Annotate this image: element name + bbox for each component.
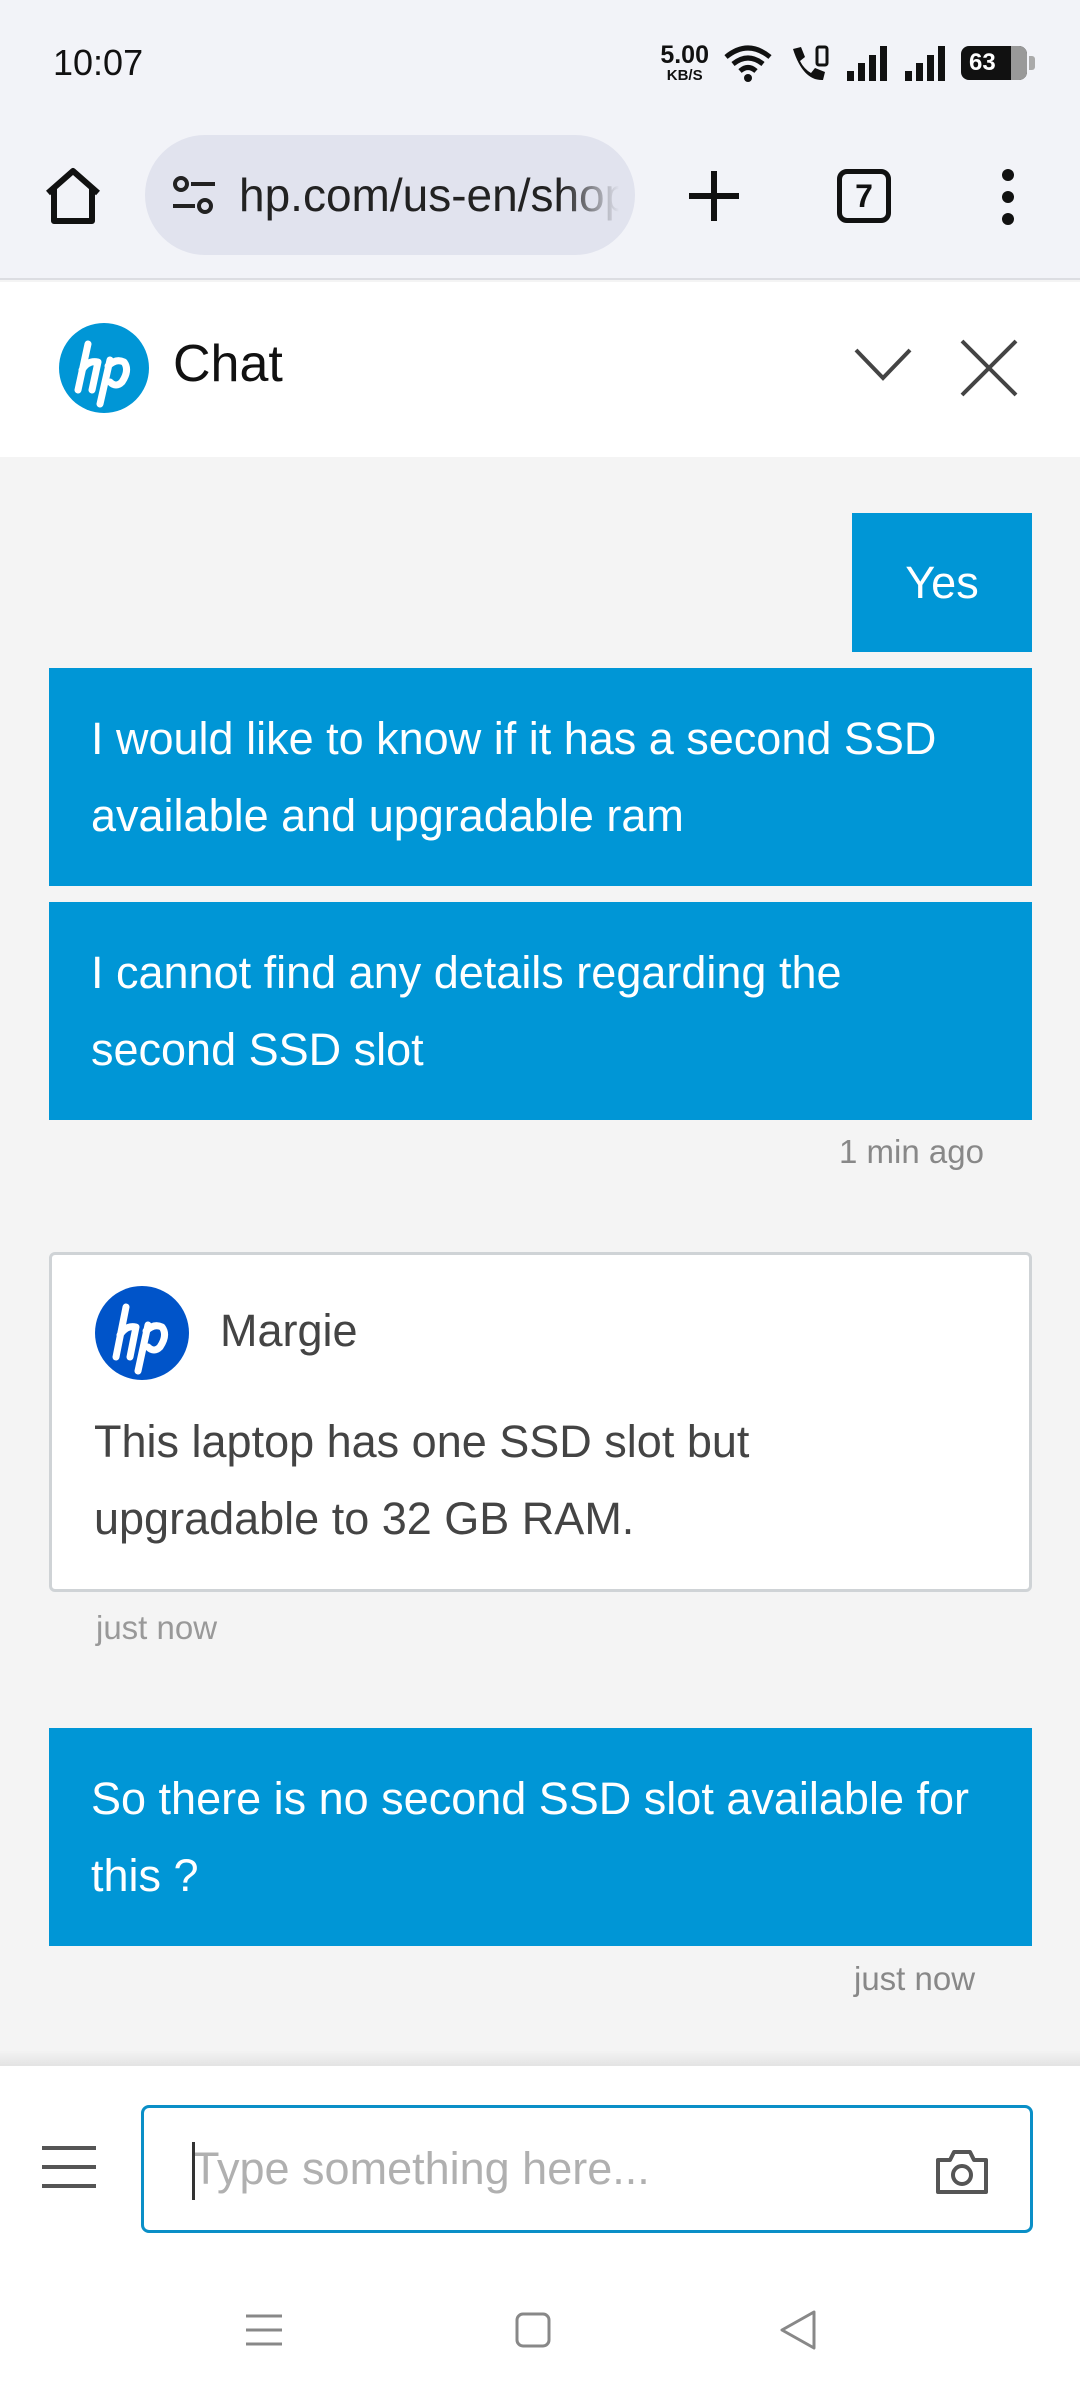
address-bar[interactable]: hp.com/us-en/shop	[145, 135, 635, 255]
signal-icon-2	[905, 45, 945, 81]
camera-icon[interactable]	[934, 2146, 990, 2196]
message-input[interactable]	[192, 2143, 892, 2195]
message-timestamp: just now	[96, 1609, 218, 1646]
message-timestamp: 1 min ago	[839, 1133, 984, 1170]
message-input-container[interactable]	[141, 2105, 1033, 2233]
user-message: I would like to know if it has a second …	[49, 668, 1032, 886]
recents-icon[interactable]	[244, 2310, 284, 2350]
signal-icon-1	[847, 45, 887, 81]
tune-icon[interactable]	[169, 170, 219, 220]
battery-empty-portion	[1011, 45, 1027, 80]
url-text[interactable]: hp.com/us-en/shop	[239, 168, 619, 222]
close-icon[interactable]	[958, 337, 1020, 399]
plus-icon[interactable]	[683, 165, 745, 227]
message-timestamp: just now	[854, 1960, 976, 1997]
chat-header: Chat	[0, 282, 1080, 457]
network-speed-unit: KB/S	[666, 66, 703, 84]
agent-name: Margie	[220, 1305, 358, 1356]
hp-logo	[59, 323, 149, 413]
network-speed: 5.00 KB/S	[660, 40, 709, 84]
chevron-down-icon[interactable]	[852, 340, 914, 390]
wifi-icon	[724, 45, 772, 82]
home-square-icon[interactable]	[513, 2310, 553, 2350]
home-icon[interactable]	[40, 163, 106, 229]
divider-shadow	[0, 2050, 1080, 2066]
status-icons: 5.00 KB/S 63	[660, 40, 1035, 84]
status-time: 10:07	[53, 41, 144, 83]
browser-toolbar: hp.com/us-en/shop 7	[0, 125, 1080, 280]
call-wifi-icon	[793, 45, 829, 80]
chat-input-bar	[0, 2066, 1080, 2266]
back-icon[interactable]	[778, 2308, 818, 2352]
chat-title: Chat	[173, 335, 283, 393]
user-message: Yes	[852, 513, 1032, 652]
chat-conversation: Yes I would like to know if it has a sec…	[0, 457, 1080, 2065]
user-message: So there is no second SSD slot available…	[49, 1728, 1032, 1946]
battery-indicator: 63	[961, 45, 1035, 80]
agent-message-text: This laptop has one SSD slot but upgrada…	[94, 1416, 750, 1544]
network-speed-value: 5.00	[660, 40, 709, 69]
battery-level: 63	[969, 48, 996, 76]
more-vert-icon[interactable]	[988, 167, 1028, 227]
hp-avatar-icon	[95, 1286, 189, 1380]
text-caret	[192, 2142, 195, 2200]
status-bar: 10:07 5.00 KB/S 63	[0, 0, 1080, 125]
user-message: I cannot find any details regarding the …	[49, 902, 1032, 1120]
hamburger-icon[interactable]	[40, 2144, 98, 2190]
tab-switcher-button[interactable]: 7	[837, 169, 891, 223]
agent-message: Margie This laptop has one SSD slot but …	[49, 1252, 1032, 1592]
system-navigation-bar	[0, 2266, 1080, 2400]
